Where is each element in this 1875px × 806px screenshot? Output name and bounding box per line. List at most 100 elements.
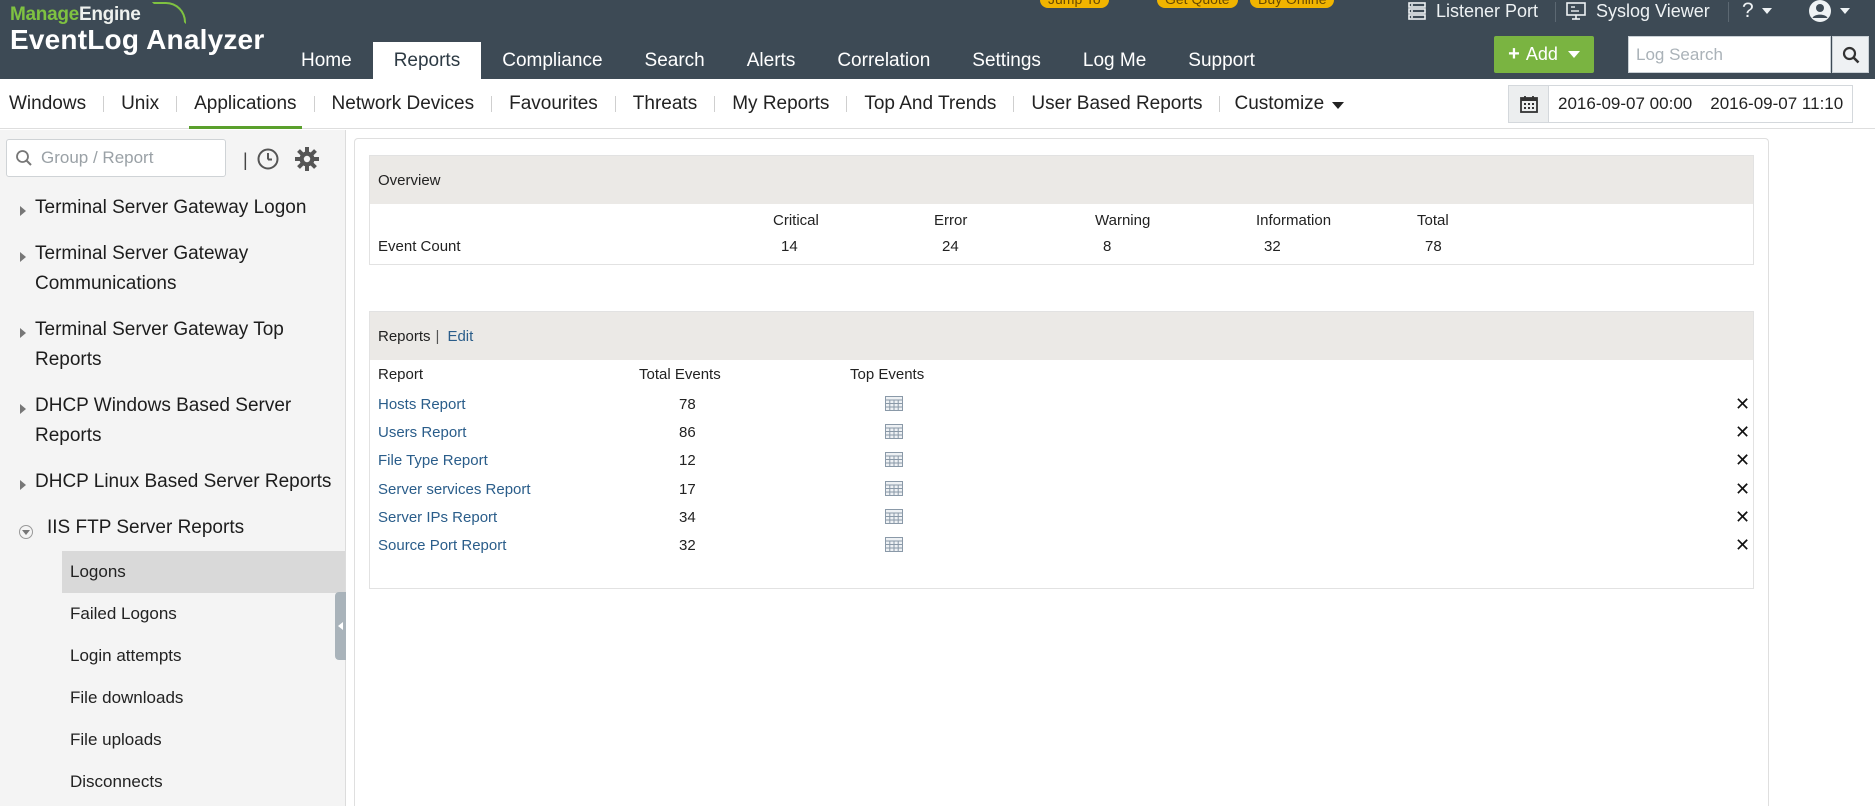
tree-item-failed-logons[interactable]: Failed Logons	[0, 593, 345, 635]
tree-item-disconnects[interactable]: Disconnects	[0, 761, 345, 803]
tab-divider	[491, 96, 493, 112]
tree-item-file-downloads[interactable]: File downloads	[0, 677, 345, 719]
listener-port-link[interactable]: Listener Port	[1408, 0, 1538, 22]
table-grid-icon[interactable]	[885, 396, 903, 416]
reports-header-divider: |	[435, 327, 440, 345]
error-count[interactable]: 24	[942, 238, 959, 255]
tab-divider	[614, 96, 616, 112]
tab-divider	[313, 96, 315, 112]
syslog-viewer-label: Syslog Viewer	[1596, 0, 1710, 21]
tab-threats[interactable]: Threats	[624, 79, 706, 129]
nav-log-me[interactable]: Log Me	[1062, 42, 1167, 79]
calendar-button[interactable]	[1509, 86, 1549, 122]
tree-item-file-uploads[interactable]: File uploads	[0, 719, 345, 761]
log-search-input[interactable]	[1629, 37, 1830, 72]
table-grid-icon[interactable]	[885, 424, 903, 444]
nav-reports[interactable]: Reports	[372, 42, 482, 79]
log-search-box	[1628, 36, 1831, 73]
tree-group-dhcp-linux-based-server-reports[interactable]: DHCP Linux Based Server Reports	[0, 459, 345, 505]
chevron-down-icon	[1761, 8, 1772, 14]
report-total-events[interactable]: 17	[679, 481, 696, 498]
close-icon[interactable]: ✕	[1735, 479, 1750, 500]
report-total-events[interactable]: 86	[679, 424, 696, 441]
tab-network-devices[interactable]: Network Devices	[323, 79, 484, 129]
tab-user-based-reports[interactable]: User Based Reports	[1022, 79, 1211, 129]
chevron-down-icon	[1332, 101, 1345, 109]
warning-count[interactable]: 8	[1103, 238, 1111, 255]
chevron-right-icon	[20, 206, 26, 216]
date-from[interactable]: 2016-09-07 00:00	[1549, 86, 1701, 122]
tab-top-and-trends[interactable]: Top And Trends	[855, 79, 1005, 129]
buy-online-pill[interactable]: Buy Online	[1250, 0, 1335, 8]
tree-group-terminal-server-gateway-communications[interactable]: Terminal Server Gateway Communications	[0, 231, 345, 307]
tree-group-dhcp-windows-based-server-reports[interactable]: DHCP Windows Based Server Reports	[0, 383, 345, 459]
user-menu[interactable]	[1808, 0, 1850, 22]
edit-reports-link[interactable]: Edit	[447, 328, 473, 345]
product-name: EventLog Analyzer	[10, 24, 265, 55]
group-report-search-input[interactable]	[41, 148, 211, 168]
tree-item-login-attempts[interactable]: Login attempts	[0, 635, 345, 677]
jump-to-pill[interactable]: Jump To	[1040, 0, 1109, 8]
overview-col-total: Total	[1417, 212, 1449, 229]
nav-correlation[interactable]: Correlation	[816, 42, 951, 79]
report-total-events[interactable]: 34	[679, 509, 696, 526]
log-search-button[interactable]	[1832, 36, 1869, 73]
tab-windows[interactable]: Windows	[0, 79, 95, 129]
nav-search[interactable]: Search	[624, 42, 726, 79]
nav-alerts[interactable]: Alerts	[726, 42, 817, 79]
close-icon[interactable]: ✕	[1735, 507, 1750, 528]
tab-applications[interactable]: Applications	[185, 79, 305, 129]
chevron-right-icon	[20, 480, 26, 490]
listener-port-label: Listener Port	[1436, 0, 1539, 21]
calendar-icon	[1519, 94, 1539, 114]
get-quote-pill[interactable]: Get Quote	[1157, 0, 1238, 8]
syslog-viewer-link[interactable]: Syslog Viewer	[1566, 0, 1710, 22]
report-name-link[interactable]: Hosts Report	[378, 396, 466, 413]
help-menu[interactable]: ?	[1742, 0, 1772, 22]
close-icon[interactable]: ✕	[1735, 535, 1750, 556]
customize-menu[interactable]: Customize	[1228, 93, 1345, 115]
close-icon[interactable]: ✕	[1735, 450, 1750, 471]
report-total-events[interactable]: 32	[679, 537, 696, 554]
report-total-events[interactable]: 78	[679, 396, 696, 413]
date-range-picker[interactable]: 2016-09-07 00:00 2016-09-07 11:10	[1508, 85, 1854, 123]
reports-title: Reports	[378, 327, 431, 345]
report-name-link[interactable]: Users Report	[378, 424, 466, 441]
close-icon[interactable]: ✕	[1735, 394, 1750, 415]
tree-group-terminal-server-gateway-logon[interactable]: Terminal Server Gateway Logon	[0, 185, 345, 231]
clock-icon[interactable]	[256, 147, 280, 176]
chevron-right-icon	[20, 404, 26, 414]
sidebar: | Terminal Server Gateway LogonTerminal …	[0, 130, 346, 806]
gear-icon[interactable]	[294, 146, 320, 177]
sidebar-collapse-handle[interactable]	[335, 592, 346, 660]
report-name-link[interactable]: Server services Report	[378, 481, 531, 498]
nav-home[interactable]: Home	[280, 42, 373, 79]
tree-item-logons[interactable]: Logons	[62, 551, 345, 593]
report-row: Source Port Report 32 ✕	[370, 529, 1753, 563]
report-total-events[interactable]: 12	[679, 452, 696, 469]
brand-logo[interactable]: ManageEngine EventLog Analyzer	[10, 2, 265, 56]
tree-group-label: DHCP Windows Based Server Reports	[35, 395, 292, 446]
tab-favourites[interactable]: Favourites	[500, 79, 607, 129]
table-grid-icon[interactable]	[885, 480, 903, 501]
report-name-link[interactable]: Source Port Report	[378, 537, 506, 554]
nav-settings[interactable]: Settings	[951, 42, 1062, 79]
close-icon[interactable]: ✕	[1735, 422, 1750, 443]
nav-compliance[interactable]: Compliance	[481, 42, 623, 79]
tree-group-iis-ftp-server-reports[interactable]: IIS FTP Server Reports	[0, 505, 345, 551]
table-grid-icon[interactable]	[885, 452, 903, 472]
date-to[interactable]: 2016-09-07 11:10	[1701, 86, 1852, 122]
critical-count[interactable]: 14	[781, 238, 798, 255]
total-count[interactable]: 78	[1425, 238, 1442, 255]
report-name-link[interactable]: Server IPs Report	[378, 509, 497, 526]
information-count[interactable]: 32	[1264, 238, 1281, 255]
report-name-link[interactable]: File Type Report	[378, 452, 488, 469]
tab-my-reports[interactable]: My Reports	[723, 79, 838, 129]
tree-group-label: IIS FTP Server Reports	[47, 517, 245, 538]
add-button[interactable]: + Add	[1494, 36, 1594, 73]
table-grid-icon[interactable]	[885, 508, 903, 529]
nav-support[interactable]: Support	[1167, 42, 1276, 79]
tab-unix[interactable]: Unix	[112, 79, 168, 129]
table-grid-icon[interactable]	[885, 537, 903, 557]
tree-group-terminal-server-gateway-top-reports[interactable]: Terminal Server Gateway Top Reports	[0, 307, 345, 383]
